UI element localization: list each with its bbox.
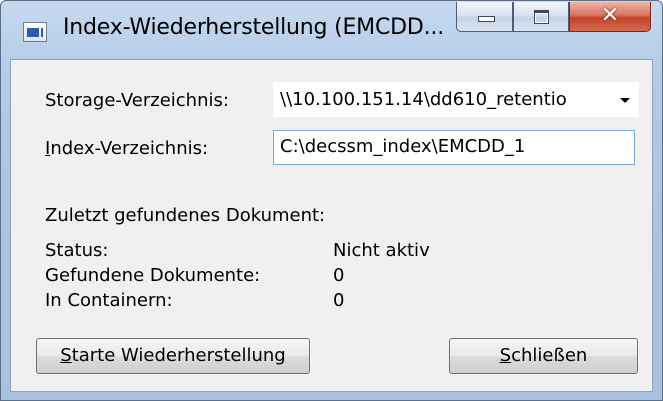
- chevron-down-icon[interactable]: [620, 98, 630, 103]
- close-button[interactable]: Schließen: [449, 338, 638, 374]
- in-containers-value: 0: [333, 290, 345, 311]
- start-recovery-button[interactable]: Starte Wiederherstellung: [36, 338, 310, 374]
- status-label: Status:: [45, 240, 109, 261]
- close-window-button[interactable]: ✕: [569, 2, 651, 32]
- caption-buttons: ✕: [456, 2, 651, 33]
- start-label: tarte Wiederherstellung: [71, 345, 286, 366]
- storage-directory-label: Storage-Verzeichnis:: [45, 90, 229, 111]
- title-bar[interactable]: Index-Wiederherstellung (EMCDD... ✕: [1, 1, 662, 59]
- app-icon-dot: [41, 28, 43, 37]
- storage-directory-dropdown[interactable]: \\10.100.151.14\dd610_retentio: [273, 82, 639, 117]
- dialog-body: Storage-Verzeichnis: \\10.100.151.14\dd6…: [10, 59, 653, 392]
- storage-directory-value: \\10.100.151.14\dd610_retentio: [280, 89, 567, 110]
- minimize-icon: [478, 16, 495, 22]
- dialog-window: Index-Wiederherstellung (EMCDD... ✕ Stor…: [0, 0, 663, 401]
- index-directory-input[interactable]: C:\decssm_index\EMCDD_1: [273, 130, 635, 165]
- status-value: Nicht aktiv: [333, 240, 430, 261]
- found-documents-value: 0: [333, 265, 345, 286]
- found-documents-label: Gefundene Dokumente:: [45, 265, 261, 286]
- minimize-button[interactable]: [456, 2, 513, 32]
- in-containers-label: In Containern:: [45, 290, 173, 311]
- index-label-text: ndex-Verzeichnis:: [50, 138, 209, 159]
- maximize-button[interactable]: [513, 2, 569, 32]
- close-label: chließen: [511, 345, 588, 366]
- close-mnemonic: S: [499, 345, 512, 366]
- window-title: Index-Wiederherstellung (EMCDD...: [63, 15, 444, 40]
- last-found-document-label: Zuletzt gefundenes Dokument:: [45, 205, 326, 226]
- index-directory-label: Index-Verzeichnis:: [45, 138, 208, 159]
- close-icon: ✕: [600, 3, 620, 28]
- app-window-icon[interactable]: [23, 22, 47, 42]
- index-directory-value: C:\decssm_index\EMCDD_1: [280, 136, 526, 157]
- app-icon-bar: [27, 28, 39, 37]
- start-mnemonic: S: [60, 345, 72, 366]
- maximize-icon: [534, 10, 549, 24]
